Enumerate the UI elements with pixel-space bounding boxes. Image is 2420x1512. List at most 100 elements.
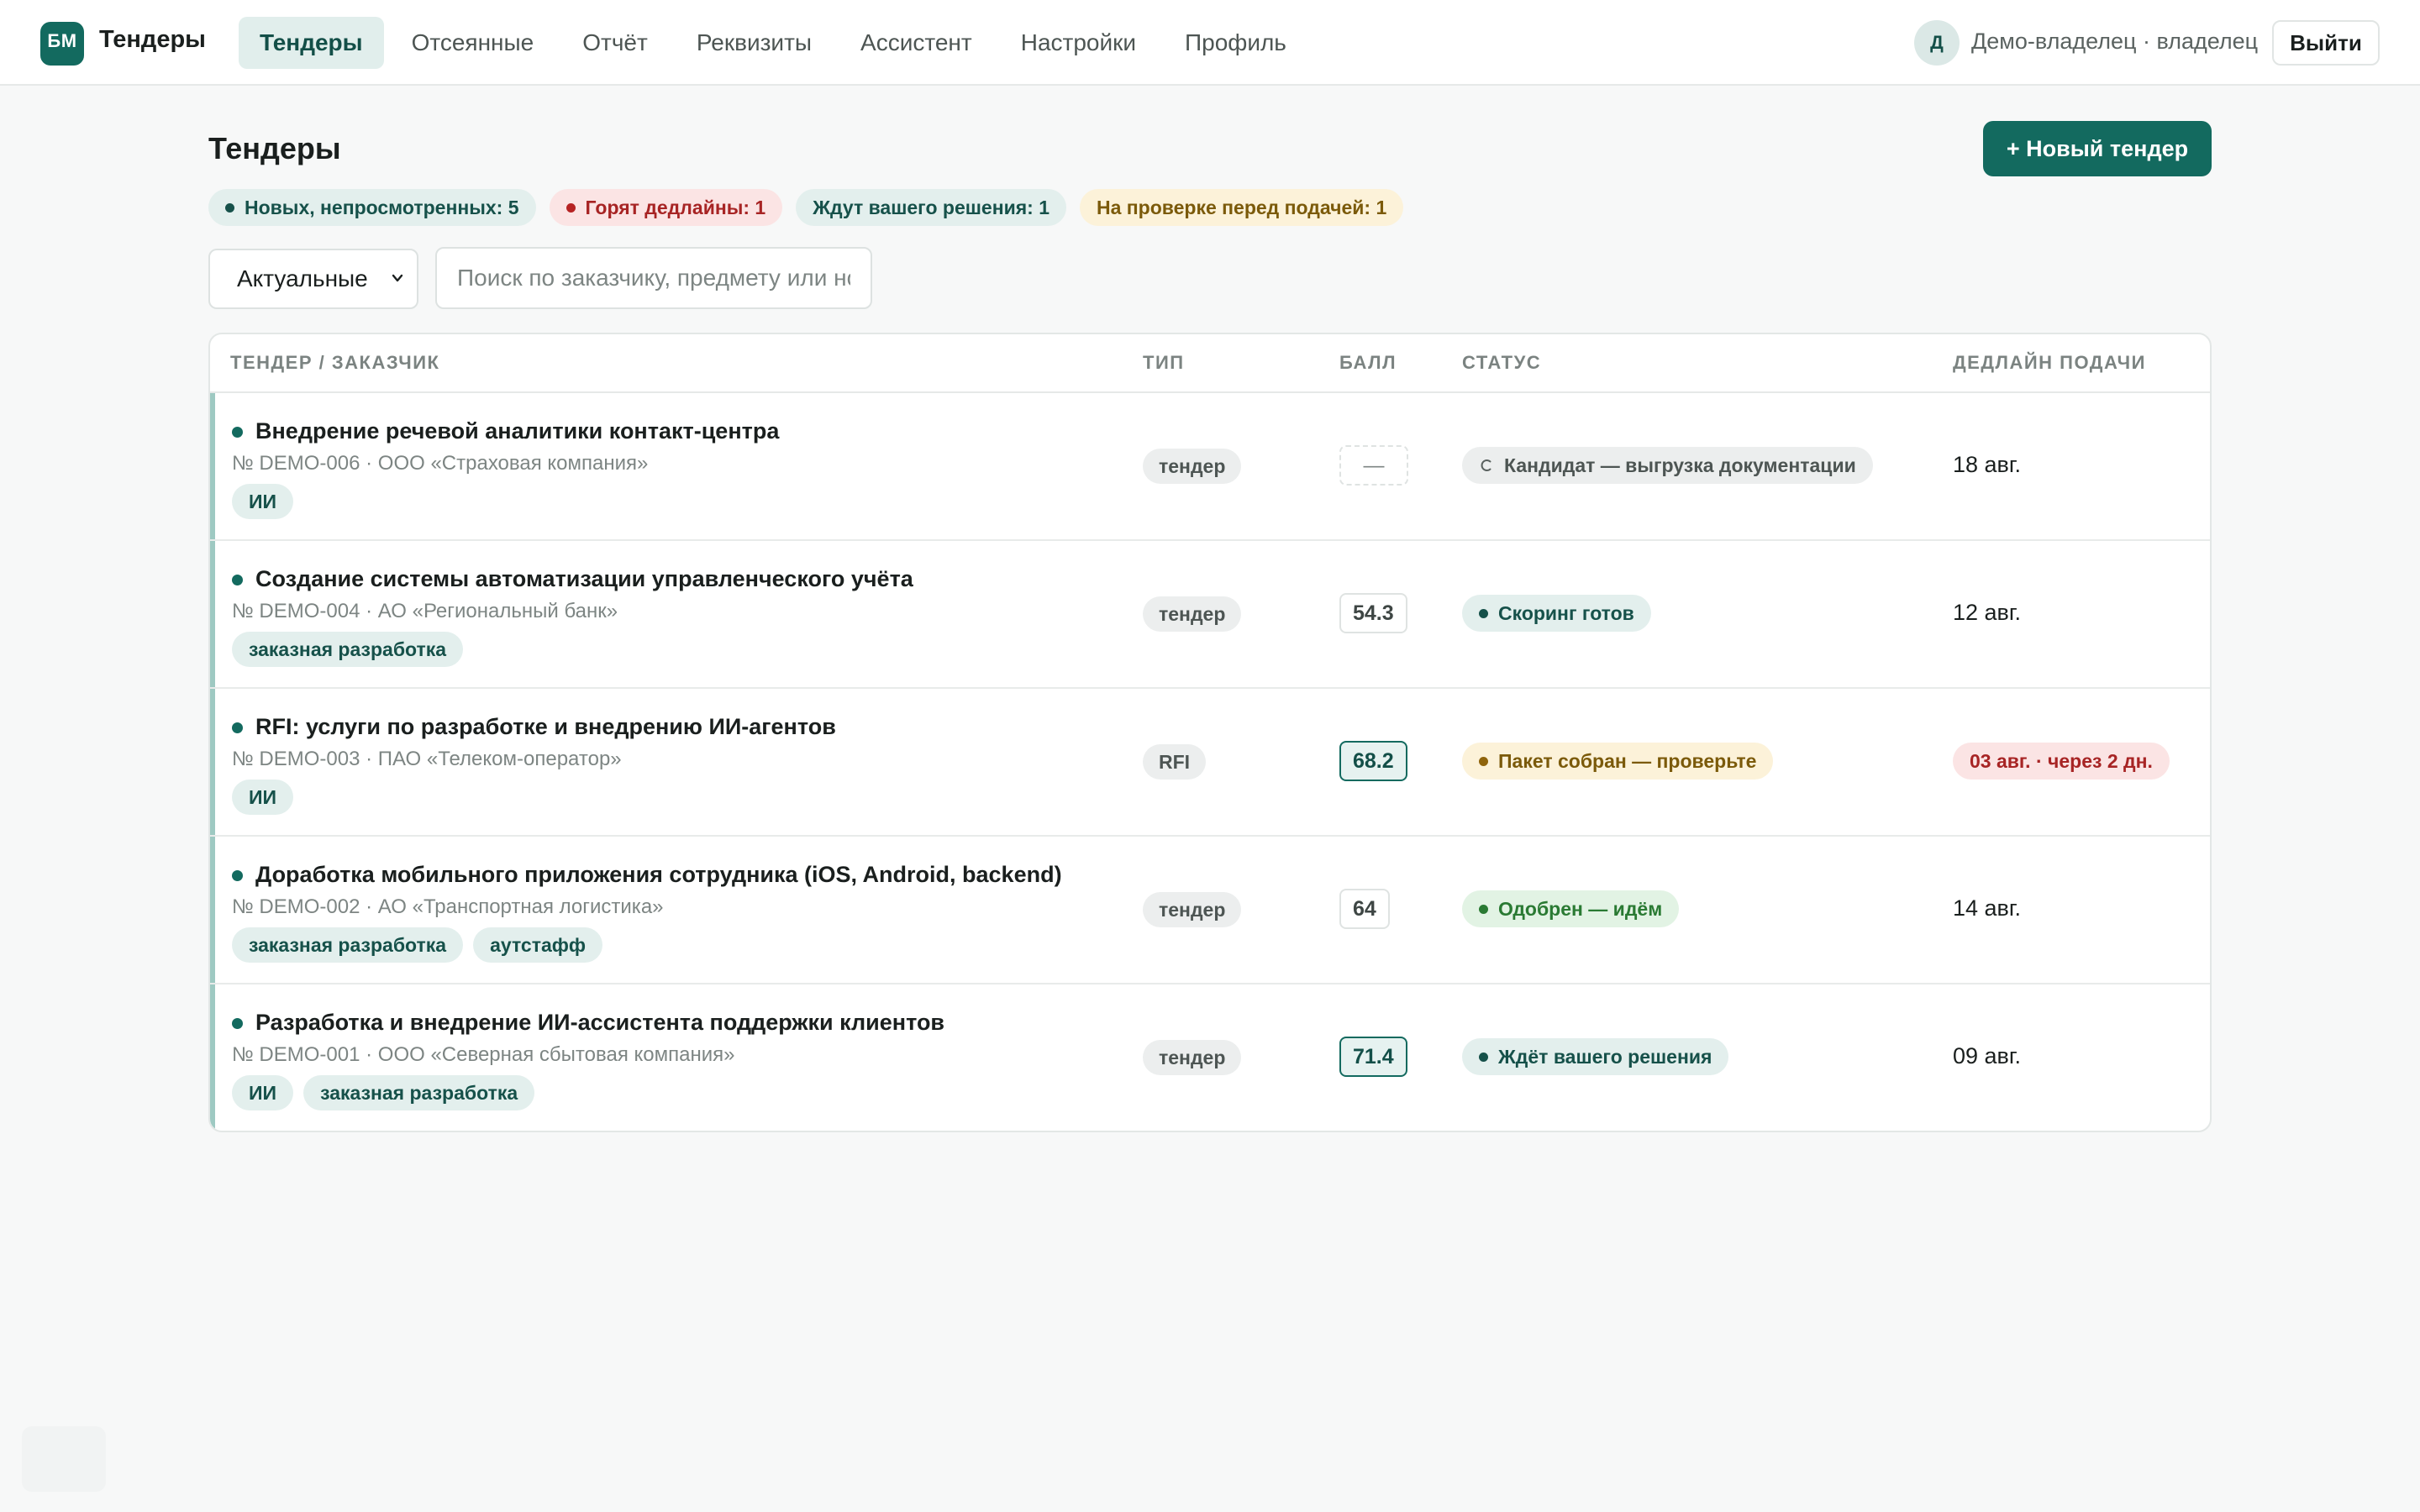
score-badge: 71.4 (1339, 1037, 1407, 1077)
summary-chips: Новых, непросмотренных: 5 Горят дедлайны… (208, 189, 1404, 226)
score-badge: — (1339, 445, 1408, 486)
tag: заказная разработка (232, 632, 464, 667)
type-badge: тендер (1143, 596, 1242, 632)
tender-tags: заказная разработка аутстафф (232, 927, 602, 963)
status-dot-icon (1479, 608, 1488, 618)
chip-dot-icon (225, 202, 234, 213)
status-filter-select[interactable]: Актуальные (208, 249, 418, 309)
unread-dot-icon (232, 575, 243, 585)
status-label: Скоринг готов (1498, 601, 1634, 624)
nav-item-profile[interactable]: Профиль (1164, 17, 1307, 69)
tag: заказная разработка (303, 1075, 535, 1110)
row-accent (210, 541, 215, 687)
deadline: 14 авг. (1953, 895, 2021, 921)
table-row[interactable]: Разработка и внедрение ИИ-ассистента под… (210, 984, 2210, 1131)
row-accent (210, 984, 215, 1131)
nav-item-assistant[interactable]: Ассистент (839, 17, 993, 69)
score-badge: 64 (1339, 889, 1390, 929)
floating-widget[interactable] (22, 1426, 106, 1492)
chip-under-review[interactable]: На проверке перед подачей: 1 (1080, 189, 1404, 226)
status-dot-icon (1479, 904, 1488, 914)
unread-dot-icon (232, 722, 243, 733)
deadline: 09 авг. (1953, 1043, 2021, 1068)
type-badge: тендер (1143, 1040, 1242, 1075)
chip-label: Ждут вашего решения: 1 (813, 196, 1050, 218)
tender-title[interactable]: Разработка и внедрение ИИ-ассистента под… (255, 1010, 944, 1036)
tender-customer: № DEMO-006 · ООО «Страховая компания» (232, 452, 649, 475)
tender-tags: ИИ заказная разработка (232, 1075, 535, 1110)
status-badge: Ждёт вашего решения (1462, 1038, 1729, 1075)
status-badge: Скоринг готов (1462, 595, 1651, 632)
table-row[interactable]: Внедрение речевой аналитики контакт-цент… (210, 393, 2210, 541)
table-row[interactable]: RFI: услуги по разработке и внедрению ИИ… (210, 689, 2210, 837)
chip-new-unviewed[interactable]: Новых, непросмотренных: 5 (208, 189, 536, 226)
tenders-table: ТЕНДЕР / ЗАКАЗЧИК ТИП БАЛЛ СТАТУС ДЕДЛАЙ… (208, 333, 2212, 1132)
tender-title[interactable]: Доработка мобильного приложения сотрудни… (255, 862, 1062, 888)
table-row[interactable]: Создание системы автоматизации управленч… (210, 541, 2210, 689)
app-title: Тендеры (99, 26, 206, 53)
status-label: Кандидат — выгрузка документации (1504, 454, 1856, 476)
chip-label: Горят дедлайны: 1 (585, 196, 766, 218)
chip-dot-icon (566, 202, 576, 213)
tender-title[interactable]: Внедрение речевой аналитики контакт-цент… (255, 418, 779, 444)
type-badge: тендер (1143, 892, 1242, 927)
loading-spinner-icon (1481, 459, 1491, 471)
search-input[interactable] (435, 247, 872, 309)
chip-awaiting-decision[interactable]: Ждут вашего решения: 1 (796, 189, 1066, 226)
header-deadline: ДЕДЛАЙН ПОДАЧИ (1953, 352, 2146, 373)
chip-label: На проверке перед подачей: 1 (1097, 196, 1387, 218)
tender-tags: ИИ (232, 484, 294, 519)
deadline-urgent-badge: 03 авг. · через 2 дн. (1953, 743, 2170, 780)
score-badge: 54.3 (1339, 593, 1407, 633)
deadline: 12 авг. (1953, 600, 2021, 625)
unread-dot-icon (232, 870, 243, 881)
tender-tags: ИИ (232, 780, 294, 815)
unread-dot-icon (232, 427, 243, 438)
app-logo: БМ (40, 22, 84, 66)
main-nav: Тендеры Отсеянные Отчёт Реквизиты Ассист… (239, 17, 1307, 69)
row-accent (210, 393, 215, 539)
user-name: Демо-владелец · владелец (1971, 29, 2259, 54)
nav-item-report[interactable]: Отчёт (561, 17, 669, 69)
top-bar: БМ Тендеры Тендеры Отсеянные Отчёт Рекви… (0, 0, 2420, 86)
row-accent (210, 689, 215, 835)
nav-item-rejected[interactable]: Отсеянные (391, 17, 555, 69)
header-status: СТАТУС (1462, 352, 1542, 373)
type-badge: тендер (1143, 449, 1242, 484)
new-tender-button[interactable]: + Новый тендер (1983, 121, 2212, 176)
tender-customer: № DEMO-003 · ПАО «Телеком-оператор» (232, 748, 622, 770)
user-avatar[interactable]: Д (1914, 20, 1960, 66)
nav-item-tenders[interactable]: Тендеры (239, 17, 384, 69)
status-badge: Одобрен — идём (1462, 890, 1680, 927)
status-badge: Пакет собран — проверьте (1462, 743, 1774, 780)
logout-button[interactable]: Выйти (2272, 20, 2380, 66)
tag: аутстафф (473, 927, 602, 963)
type-badge: RFI (1143, 744, 1207, 780)
status-badge: Кандидат — выгрузка документации (1462, 447, 1873, 484)
tender-customer: № DEMO-004 · АО «Региональный банк» (232, 600, 618, 622)
tag: ИИ (232, 780, 294, 815)
header-score: БАЛЛ (1339, 352, 1397, 373)
chevron-down-icon (392, 274, 403, 282)
status-filter-value: Актуальные (237, 265, 368, 291)
tender-title[interactable]: Создание системы автоматизации управленч… (255, 566, 913, 592)
row-accent (210, 837, 215, 983)
nav-item-settings[interactable]: Настройки (1000, 17, 1157, 69)
tender-title[interactable]: RFI: услуги по разработке и внедрению ИИ… (255, 714, 836, 740)
nav-item-requisites[interactable]: Реквизиты (676, 17, 833, 69)
page-title: Тендеры (208, 131, 341, 165)
table-header: ТЕНДЕР / ЗАКАЗЧИК ТИП БАЛЛ СТАТУС ДЕДЛАЙ… (210, 334, 2210, 393)
score-badge: 68.2 (1339, 741, 1407, 781)
header-type: ТИП (1143, 352, 1185, 373)
status-label: Пакет собран — проверьте (1498, 749, 1757, 772)
status-label: Ждёт вашего решения (1498, 1045, 1712, 1068)
tag: ИИ (232, 484, 294, 519)
tag: заказная разработка (232, 927, 464, 963)
chip-label: Новых, непросмотренных: 5 (245, 196, 519, 218)
unread-dot-icon (232, 1018, 243, 1029)
status-dot-icon (1479, 1052, 1488, 1062)
tender-customer: № DEMO-002 · АО «Транспортная логистика» (232, 895, 664, 918)
tender-tags: заказная разработка (232, 632, 464, 667)
table-row[interactable]: Доработка мобильного приложения сотрудни… (210, 837, 2210, 984)
chip-hot-deadlines[interactable]: Горят дедлайны: 1 (549, 189, 783, 226)
